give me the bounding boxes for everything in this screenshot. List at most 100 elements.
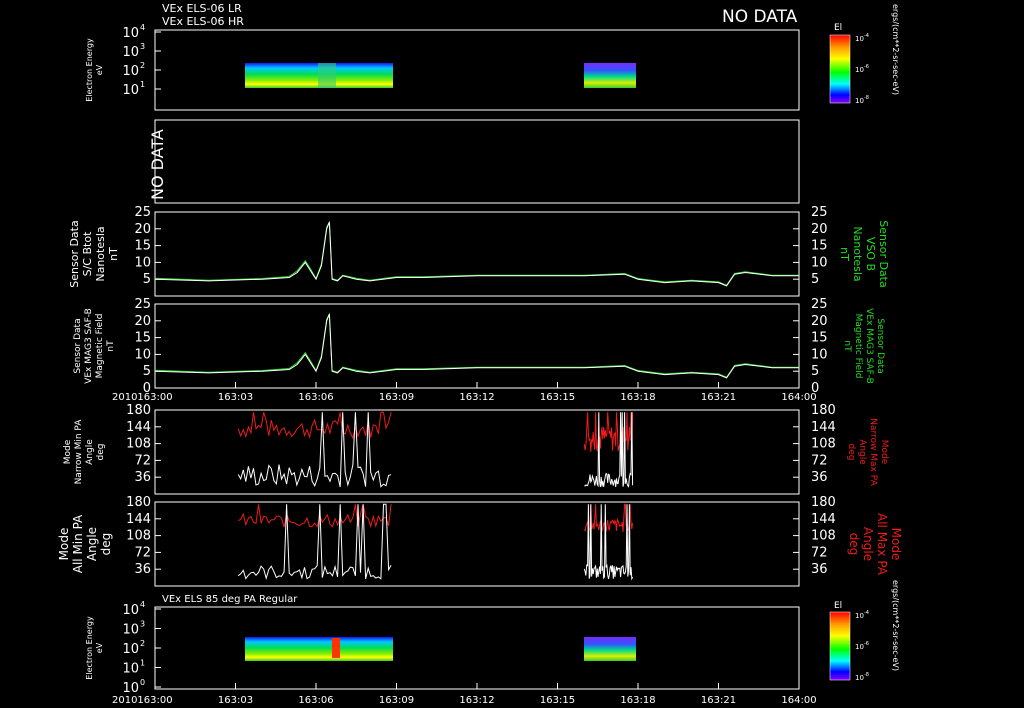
- mag3-right-label-2: VEx MAG3 SAF-B: [864, 308, 874, 384]
- mag3-left-label-3: Magnetic Field: [95, 314, 105, 379]
- colorbar-tick-exponent: -4: [864, 610, 869, 616]
- y-tick-label-right: 72: [811, 545, 828, 560]
- bottom-spectrogram-block-1: [245, 637, 393, 661]
- all-pa-left-label: Mode All Min PA Angle deg: [57, 514, 113, 573]
- narrow-pa-frame: [154, 409, 800, 495]
- sc-btot-series-line: [154, 221, 799, 287]
- bottom-spectrogram-title: VEx ELS 85 deg PA Regular: [162, 594, 298, 605]
- btot-left-label-4: nT: [107, 247, 120, 261]
- time-tick-label: 163:03: [218, 695, 253, 706]
- btot-right-label-1: Sensor Data: [877, 220, 890, 287]
- log-tick-label: 10: [122, 642, 139, 657]
- bottom-spectrogram-ylabel-2: eV: [95, 642, 104, 653]
- top-spectrogram-ylabel-2: eV: [95, 64, 104, 75]
- btot-left-label: Sensor Data S/C Btot Nanotesla nT: [68, 220, 120, 287]
- y-tick-label-right: 72: [811, 453, 828, 468]
- log-tick-label: 10: [122, 681, 139, 696]
- narrow-pa-right-label-2: Narrow Max PA: [868, 418, 878, 486]
- top-colorbar-title: El: [834, 23, 842, 33]
- narrow-pa-left-label-1: Mode: [63, 439, 73, 464]
- all-pa-right-label-2: All Max PA: [875, 513, 889, 576]
- log-tick-exponent: 2: [140, 639, 145, 648]
- y-tick-label: 5: [143, 272, 151, 287]
- no-data-panel: NO DATA: [148, 119, 800, 204]
- time-tick-label: 163:15: [540, 392, 575, 403]
- time-tick-label: 163:15: [540, 695, 575, 706]
- colorbar-tick-label: 10: [855, 66, 864, 74]
- y-tick-label-right: 108: [811, 437, 836, 452]
- narrow-pa-yticks: 180 180144 144108 10872 7236 36: [126, 403, 836, 485]
- time-tick-label: 163:12: [459, 392, 494, 403]
- y-tick-label-right: 15: [811, 331, 828, 346]
- narrow-pa-right-label: Mode Narrow Max PA Angle deg: [846, 418, 889, 486]
- log-tick-exponent: 4: [140, 23, 145, 32]
- log-tick-exponent: 1: [140, 659, 145, 668]
- colorbar-tick-exponent: -4: [864, 33, 869, 39]
- bottom-spectrogram-panel: VEx ELS 85 deg PA Regular 10 410 310 210 110…: [85, 580, 900, 696]
- log-tick-label: 10: [122, 603, 139, 618]
- y-tick-label: 72: [134, 453, 151, 468]
- log-tick-label: 10: [122, 26, 139, 41]
- top-spectrogram-block-1-hot: [318, 63, 336, 88]
- y-tick-label: 108: [126, 437, 151, 452]
- time-axis-bottom: 163:00 163:03 163:06 163:09 163:12 163:15 163:…: [137, 683, 817, 706]
- bottom-spectrogram-ylabel-1: Electron Energy: [85, 616, 94, 680]
- time-tick-label: 163:06: [298, 695, 333, 706]
- mag3-right-label-3: Magnetic Field: [853, 314, 863, 379]
- all-min-pa-line-1: [237, 503, 392, 581]
- y-tick-label: 108: [126, 529, 151, 544]
- colorbar-tick-exponent: -8: [864, 95, 869, 101]
- all-pa-left-label-2: All Min PA: [71, 514, 85, 573]
- all-pa-right-label-4: deg: [847, 533, 861, 556]
- y-tick-label-right: 20: [811, 222, 828, 237]
- mag3-right-label: Sensor Data VEx MAG3 SAF-B Magnetic Fiel…: [842, 308, 885, 384]
- time-axis-year-bottom: 2010: [112, 695, 137, 706]
- header-line1: VEx ELS-06 LR: [162, 2, 242, 15]
- y-tick-label: 15: [134, 331, 151, 346]
- log-tick-exponent: 3: [140, 620, 145, 629]
- y-tick-label-right: 20: [811, 314, 828, 329]
- bottom-colorbar-ticks: 10 -410 -610 -8: [855, 610, 869, 682]
- log-tick-exponent: 4: [140, 600, 145, 609]
- time-tick-label: 164:00: [781, 392, 816, 403]
- y-tick-label: 36: [134, 562, 151, 577]
- mag3-yticks: 25 2520 2015 1510 105 50 0: [134, 297, 827, 396]
- narrow-pa-panel: 180 180144 144108 10872 7236 36 Mode Narrow M…: [63, 403, 889, 495]
- top-colorbar-ticks: 10 -410 -610 -8: [855, 33, 869, 105]
- narrow-pa-left-label: Mode Narrow Min PA Angle deg: [63, 419, 106, 485]
- no-data-label: NO DATA: [148, 129, 167, 200]
- mag3-frame: [154, 303, 800, 389]
- no-data-frame: [154, 119, 800, 204]
- y-tick-label-right: 25: [811, 205, 828, 220]
- colorbar-tick-label: 10: [855, 97, 864, 105]
- time-axis-year-mid: 2010: [112, 392, 137, 403]
- all-pa-left-label-1: Mode: [57, 528, 71, 561]
- y-tick-label-right: 10: [811, 255, 828, 270]
- colorbar-tick-label: 10: [855, 643, 864, 651]
- y-tick-label-right: 10: [811, 347, 828, 362]
- log-tick-label: 10: [122, 662, 139, 677]
- all-pa-right-label: Mode All Max PA Angle deg: [847, 513, 903, 576]
- y-tick-label: 180: [126, 403, 151, 418]
- colorbar-tick-label: 10: [855, 674, 864, 682]
- top-spectrogram-block-2: [584, 63, 636, 88]
- y-tick-label-right: 36: [811, 562, 828, 577]
- top-colorbar: El 10 -410 -610 -8 ergs/(cm**2-sr-sec-eV): [829, 4, 900, 105]
- btot-left-label-1: Sensor Data: [68, 220, 81, 287]
- bottom-colorbar-bar: [829, 611, 851, 681]
- time-axis-mid: 163:00 163:03 163:06 163:09 163:12 163:15 163:…: [137, 382, 817, 403]
- y-tick-label-right: 5: [811, 364, 819, 379]
- header-no-data: NO DATA: [722, 7, 798, 27]
- y-tick-label-right: 5: [811, 272, 819, 287]
- all-pa-right-label-3: Angle: [861, 527, 875, 561]
- time-tick-label: 163:09: [379, 392, 414, 403]
- y-tick-label: 144: [126, 512, 151, 527]
- narrow-pa-left-label-2: Narrow Min PA: [74, 419, 84, 485]
- header-line2: VEx ELS-06 HR: [162, 15, 244, 28]
- narrow-pa-left-label-3: Angle: [85, 439, 95, 465]
- top-colorbar-unit: ergs/(cm**2-sr-sec-eV): [891, 4, 900, 95]
- y-tick-label: 180: [126, 495, 151, 510]
- time-tick-label: 163:21: [701, 695, 736, 706]
- time-tick-label: 163:00: [137, 695, 172, 706]
- btot-left-label-2: S/C Btot: [81, 231, 94, 276]
